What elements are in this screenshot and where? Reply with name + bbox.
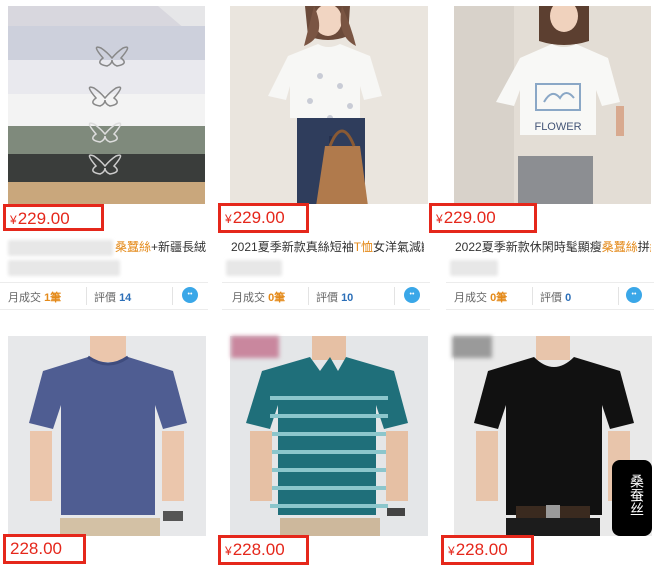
model-teal-polo-illustration [230, 336, 428, 536]
watermark-text: 桑蚕丝 [628, 474, 644, 516]
product-title[interactable]: 2022夏季新款休閑時髦顯瘦桑蠶絲拼絲 [455, 238, 651, 255]
model-navy-tee-illustration [8, 336, 206, 536]
price-tag: 228.00 [3, 534, 86, 564]
price-tag: ¥229.00 [218, 203, 309, 233]
product-image[interactable] [8, 336, 206, 536]
blurred-shop-name [226, 260, 282, 276]
product-title[interactable]: 2021夏季新款真絲短袖T恤女洋氣減齡 [231, 238, 424, 255]
chat-bubble-icon[interactable]: •• [404, 287, 420, 303]
blurred-shop-name [450, 260, 498, 276]
blurred-logo [231, 336, 279, 358]
model-flower-tee-illustration: FLOWER [454, 6, 651, 204]
price-tag: ¥229.00 [429, 203, 537, 233]
product-image[interactable]: FLOWER [454, 6, 651, 204]
shirt-print-text: FLOWER [534, 121, 581, 133]
blurred-shop-name [8, 260, 120, 276]
model-white-tee-illustration [230, 6, 428, 204]
chat-bubble-icon[interactable]: •• [626, 287, 642, 303]
stats-row: 月成交 0筆 評價 10 •• [222, 282, 430, 310]
price-tag: ¥229.00 [3, 204, 104, 231]
blurred-logo [452, 336, 492, 358]
chat-bubble-icon[interactable]: •• [182, 287, 198, 303]
folded-shirts-illustration [8, 6, 205, 204]
stats-row: 月成交 0筆 評價 0 •• [446, 282, 654, 310]
product-image[interactable] [230, 6, 428, 204]
product-image[interactable] [230, 336, 428, 536]
stats-row: 月成交 1筆 評價 14 •• [0, 282, 208, 310]
product-image[interactable] [8, 6, 205, 204]
product-title[interactable]: 桑蠶絲+新疆長絨 [115, 238, 207, 255]
price-tag: ¥228.00 [441, 535, 534, 565]
price-tag: ¥228.00 [218, 535, 309, 565]
blurred-shop-name [8, 240, 113, 256]
